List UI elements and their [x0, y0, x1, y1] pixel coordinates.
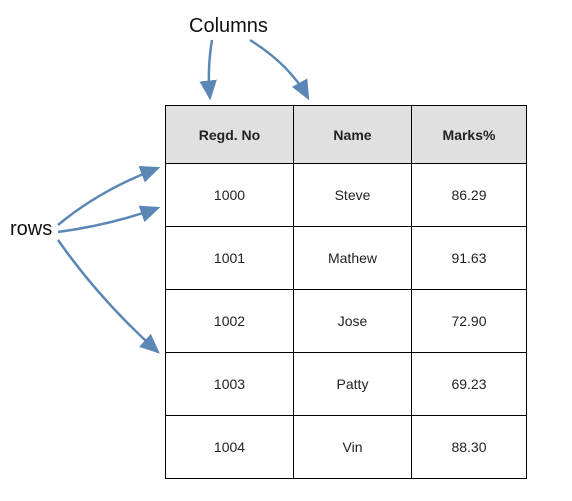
cell-regd-no: 1000	[166, 164, 294, 227]
columns-arrow-2	[250, 40, 308, 98]
cell-name: Mathew	[294, 227, 412, 290]
cell-marks: 86.29	[412, 164, 527, 227]
rows-arrow-3	[58, 240, 158, 352]
cell-regd-no: 1002	[166, 290, 294, 353]
table-row: 1002 Jose 72.90	[166, 290, 527, 353]
col-header-name: Name	[294, 106, 412, 164]
rows-arrow-2	[58, 208, 158, 232]
cell-name: Vin	[294, 416, 412, 479]
cell-name: Patty	[294, 353, 412, 416]
col-header-regd-no: Regd. No	[166, 106, 294, 164]
cell-marks: 91.63	[412, 227, 527, 290]
table-row: 1004 Vin 88.30	[166, 416, 527, 479]
table-row: 1003 Patty 69.23	[166, 353, 527, 416]
table-header-row: Regd. No Name Marks%	[166, 106, 527, 164]
columns-label: Columns	[189, 15, 268, 38]
cell-regd-no: 1003	[166, 353, 294, 416]
table-row: 1001 Mathew 91.63	[166, 227, 527, 290]
rows-arrow-1	[58, 168, 158, 225]
cell-marks: 69.23	[412, 353, 527, 416]
cell-marks: 88.30	[412, 416, 527, 479]
data-table: Regd. No Name Marks% 1000 Steve 86.29 10…	[165, 105, 527, 479]
cell-regd-no: 1004	[166, 416, 294, 479]
col-header-marks: Marks%	[412, 106, 527, 164]
cell-regd-no: 1001	[166, 227, 294, 290]
table-row: 1000 Steve 86.29	[166, 164, 527, 227]
cell-name: Jose	[294, 290, 412, 353]
cell-marks: 72.90	[412, 290, 527, 353]
rows-label: rows	[10, 218, 52, 241]
columns-arrow-1	[209, 40, 212, 98]
cell-name: Steve	[294, 164, 412, 227]
